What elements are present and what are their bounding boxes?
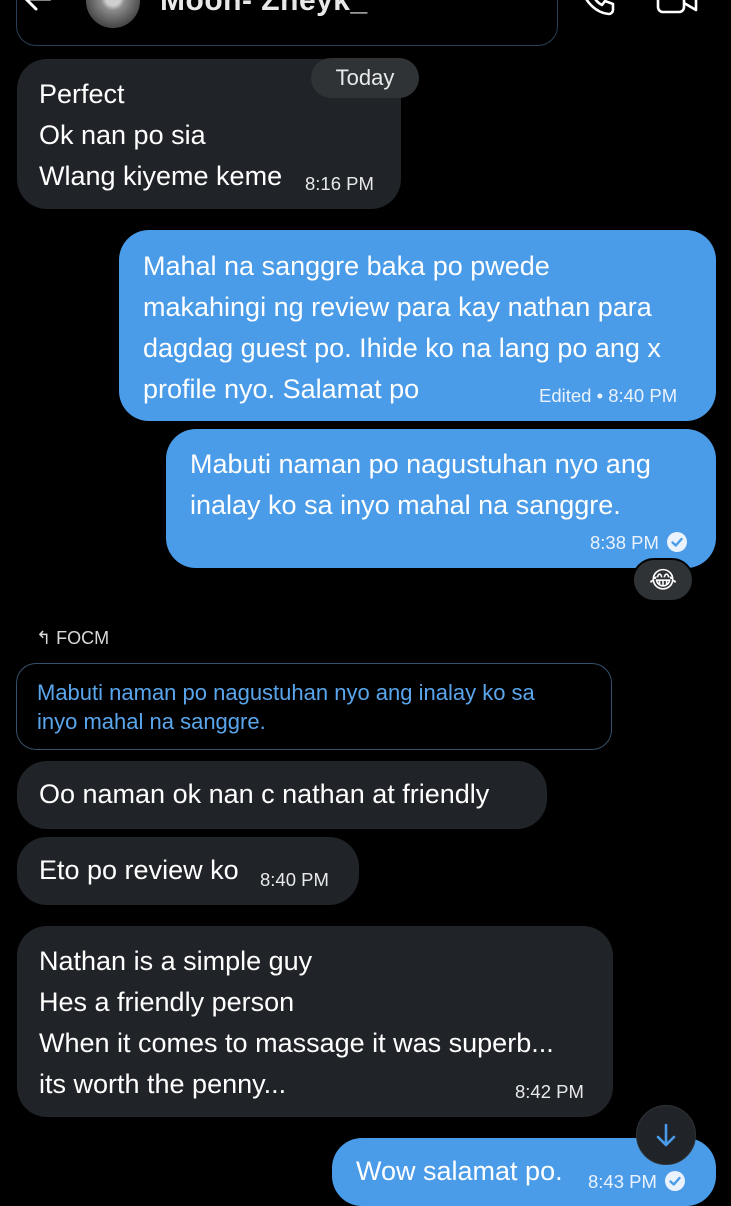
message-text: Oo naman ok nan c nathan at friendly <box>39 779 490 809</box>
message-timestamp: 8:42 PM <box>515 1081 584 1102</box>
message-edited-status: Edited • 8:40 PM <box>539 385 678 406</box>
read-receipt-icon <box>666 532 687 552</box>
contact-name[interactable]: Moon- Zheyk_ <box>160 0 368 18</box>
message-text: Wow salamat po. <box>356 1156 563 1186</box>
reply-arrow-icon: ↰ <box>36 628 52 648</box>
message-text: Perfect Ok nan po sia Wlang kiyeme keme <box>39 79 283 191</box>
message-text: Nathan is a simple guy Hes a friendly pe… <box>39 946 554 1099</box>
message-bubble-incoming[interactable]: Oo naman ok nan c nathan at friendly <box>17 761 547 829</box>
scroll-to-bottom-button[interactable] <box>636 1105 696 1165</box>
timestamp-text: 8:43 PM <box>588 1171 657 1192</box>
message-bubble-outgoing[interactable]: Mabuti naman po nagustuhan nyo ang inala… <box>166 429 716 568</box>
message-bubble-outgoing[interactable]: Mahal na sanggre baka po pwede makahingi… <box>119 230 716 421</box>
message-timestamp: 8:40 PM <box>260 869 329 890</box>
chat-header: Moon- Zheyk_ <box>0 0 731 50</box>
message-text: Mabuti naman po nagustuhan nyo ang inala… <box>190 449 651 520</box>
quoted-message[interactable]: Mabuti naman po nagustuhan nyo ang inala… <box>16 663 612 750</box>
message-timestamp: 8:38 PM <box>590 532 687 554</box>
message-text: Eto po review ko <box>39 855 239 885</box>
message-timestamp: 8:16 PM <box>305 173 374 194</box>
message-bubble-incoming[interactable]: Eto po review ko 8:40 PM <box>17 837 359 905</box>
reply-indicator: ↰ FOCM <box>36 628 109 649</box>
message-timestamp: 8:43 PM <box>588 1171 685 1193</box>
read-receipt-icon <box>664 1171 685 1191</box>
timestamp-text: 8:38 PM <box>590 532 659 553</box>
reply-label-text: FOCM <box>56 628 110 648</box>
phone-icon[interactable] <box>580 0 616 16</box>
message-bubble-incoming[interactable]: Nathan is a simple guy Hes a friendly pe… <box>17 926 613 1117</box>
video-camera-icon[interactable] <box>656 0 698 16</box>
back-arrow-icon[interactable] <box>20 0 54 16</box>
arrow-down-icon <box>656 1123 676 1147</box>
date-separator: Today <box>311 58 419 98</box>
emoji-reaction[interactable]: 😂 <box>632 558 694 602</box>
